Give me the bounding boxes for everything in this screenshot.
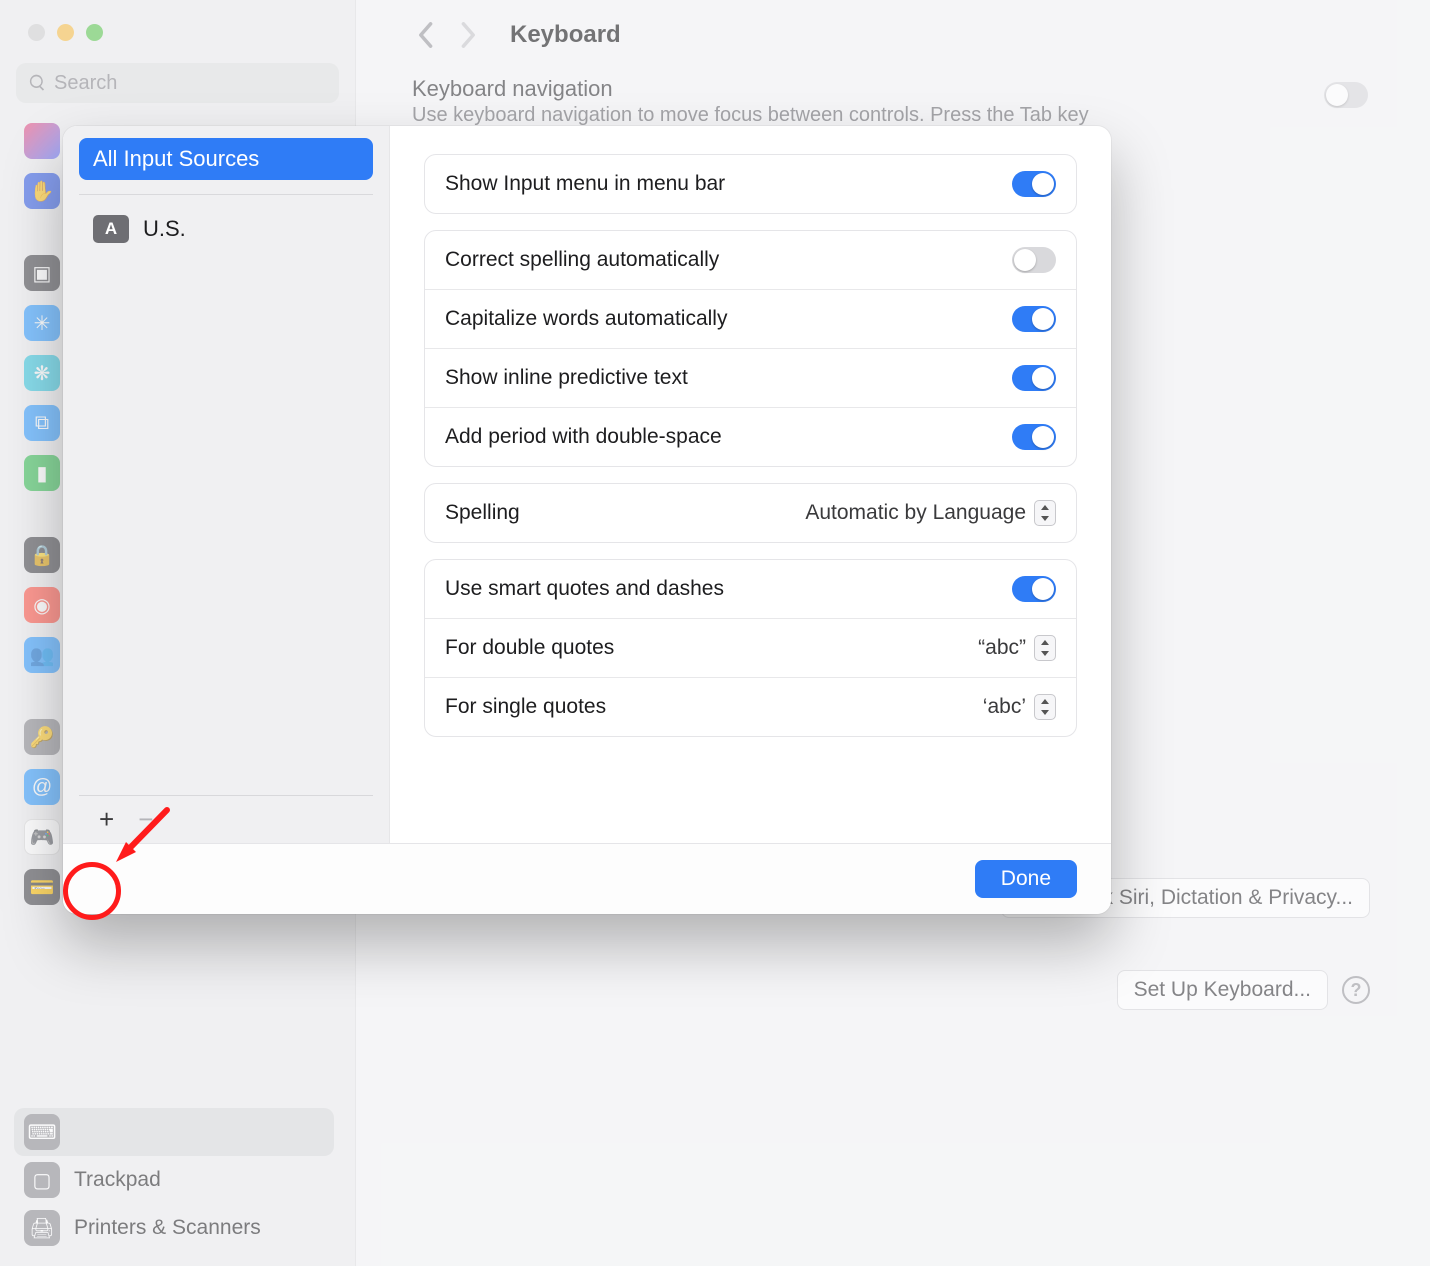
chevron-updown-icon	[1034, 635, 1056, 661]
sidebar-item-label: Printers & Scanners	[74, 1216, 261, 1240]
sidebar-item-trackpad[interactable]: ▢ Trackpad	[14, 1156, 355, 1204]
forward-button[interactable]	[456, 22, 482, 48]
keyboard-icon: ⌨	[24, 1114, 60, 1150]
sidebar-item-printers[interactable]: 🖨 Printers & Scanners	[14, 1204, 355, 1252]
toggle-correct-spelling[interactable]	[1012, 247, 1056, 273]
screensaver-icon[interactable]: ⧉	[24, 405, 60, 441]
input-sources-sheet: All Input Sources A U.S. + − Show Input …	[63, 126, 1111, 914]
done-button[interactable]: Done	[975, 860, 1077, 898]
sheet-content: Show Input menu in menu bar Correct spel…	[390, 126, 1111, 843]
content-header: Keyboard	[412, 0, 1370, 70]
row-label: Spelling	[445, 501, 520, 525]
remove-input-source-button[interactable]: −	[138, 804, 153, 835]
chevron-updown-icon	[1034, 694, 1056, 720]
toggle-predictive[interactable]	[1012, 365, 1056, 391]
zoom-window-icon[interactable]	[86, 24, 103, 41]
kbd-nav-sub: Use keyboard navigation to move focus be…	[412, 102, 1370, 128]
select-value: Automatic by Language	[805, 501, 1026, 525]
row-label: Correct spelling automatically	[445, 248, 719, 272]
setup-keyboard-button[interactable]: Set Up Keyboard...	[1117, 970, 1328, 1010]
page-title: Keyboard	[510, 21, 621, 49]
all-input-sources-item[interactable]: All Input Sources	[79, 138, 373, 180]
sidebar-item-label: Trackpad	[74, 1168, 161, 1192]
sidebar-item-keyboard[interactable]: ⌨	[14, 1108, 334, 1156]
back-button[interactable]	[412, 22, 438, 48]
internet-accounts-icon[interactable]: @	[24, 769, 60, 805]
row-capitalize: Capitalize words automatically	[425, 289, 1076, 348]
passwords-icon[interactable]: 🔑	[24, 719, 60, 755]
displays-icon[interactable]: ✳	[24, 305, 60, 341]
row-label: Use smart quotes and dashes	[445, 577, 724, 601]
gamecenter-icon[interactable]: 🎮	[24, 819, 60, 855]
row-double-quotes: For double quotes “abc”	[425, 618, 1076, 677]
battery-icon[interactable]: ▮	[24, 455, 60, 491]
touchid-icon[interactable]: ◉	[24, 587, 60, 623]
window-controls	[0, 4, 355, 41]
toggle-show-input-menu[interactable]	[1012, 171, 1056, 197]
privacy-hand-icon[interactable]: ✋	[24, 173, 60, 209]
row-label: For double quotes	[445, 636, 614, 660]
siri-icon[interactable]	[24, 123, 60, 159]
users-icon[interactable]: 👥	[24, 637, 60, 673]
search-input-wrap[interactable]	[16, 63, 339, 103]
row-spelling: Spelling Automatic by Language	[425, 484, 1076, 542]
lock-icon[interactable]: 🔒	[24, 537, 60, 573]
wallet-icon[interactable]: 💳	[24, 869, 60, 905]
row-label: Show Input menu in menu bar	[445, 172, 725, 196]
toggle-smart-quotes[interactable]	[1012, 576, 1056, 602]
row-correct-spelling: Correct spelling automatically	[425, 231, 1076, 289]
sheet-footer: Done	[63, 843, 1111, 914]
row-label: Show inline predictive text	[445, 366, 688, 390]
divider	[79, 194, 373, 195]
sheet-sidebar: All Input Sources A U.S. + −	[63, 126, 390, 843]
wallpaper-icon[interactable]: ❋	[24, 355, 60, 391]
desktop-dock-icon[interactable]: ▣	[24, 255, 60, 291]
search-icon	[28, 73, 48, 93]
spelling-select[interactable]: Automatic by Language	[805, 500, 1056, 526]
minimize-window-icon[interactable]	[57, 24, 74, 41]
add-input-source-button[interactable]: +	[99, 804, 114, 835]
row-predictive: Show inline predictive text	[425, 348, 1076, 407]
sheet-sidebar-footer: + −	[79, 795, 373, 843]
input-source-row[interactable]: A U.S.	[79, 205, 373, 253]
chevron-updown-icon	[1034, 500, 1056, 526]
input-source-a-icon: A	[93, 215, 129, 243]
help-icon[interactable]: ?	[1342, 976, 1370, 1004]
single-quotes-select[interactable]: ‘abc’	[983, 694, 1056, 720]
printer-icon: 🖨	[24, 1210, 60, 1246]
select-value: ‘abc’	[983, 695, 1026, 719]
kbd-nav-toggle[interactable]	[1324, 82, 1368, 108]
trackpad-icon: ▢	[24, 1162, 60, 1198]
kbd-nav-title: Keyboard navigation	[412, 76, 1370, 102]
row-smart-quotes: Use smart quotes and dashes	[425, 560, 1076, 618]
row-double-space: Add period with double-space	[425, 407, 1076, 466]
row-label: For single quotes	[445, 695, 606, 719]
row-label: Add period with double-space	[445, 425, 722, 449]
row-label: Capitalize words automatically	[445, 307, 727, 331]
double-quotes-select[interactable]: “abc”	[978, 635, 1056, 661]
search-input[interactable]	[54, 72, 327, 95]
toggle-double-space[interactable]	[1012, 424, 1056, 450]
select-value: “abc”	[978, 636, 1026, 660]
input-source-label: U.S.	[143, 216, 186, 242]
close-window-icon[interactable]	[28, 24, 45, 41]
toggle-capitalize[interactable]	[1012, 306, 1056, 332]
row-single-quotes: For single quotes ‘abc’	[425, 677, 1076, 736]
row-show-input-menu: Show Input menu in menu bar	[425, 155, 1076, 213]
